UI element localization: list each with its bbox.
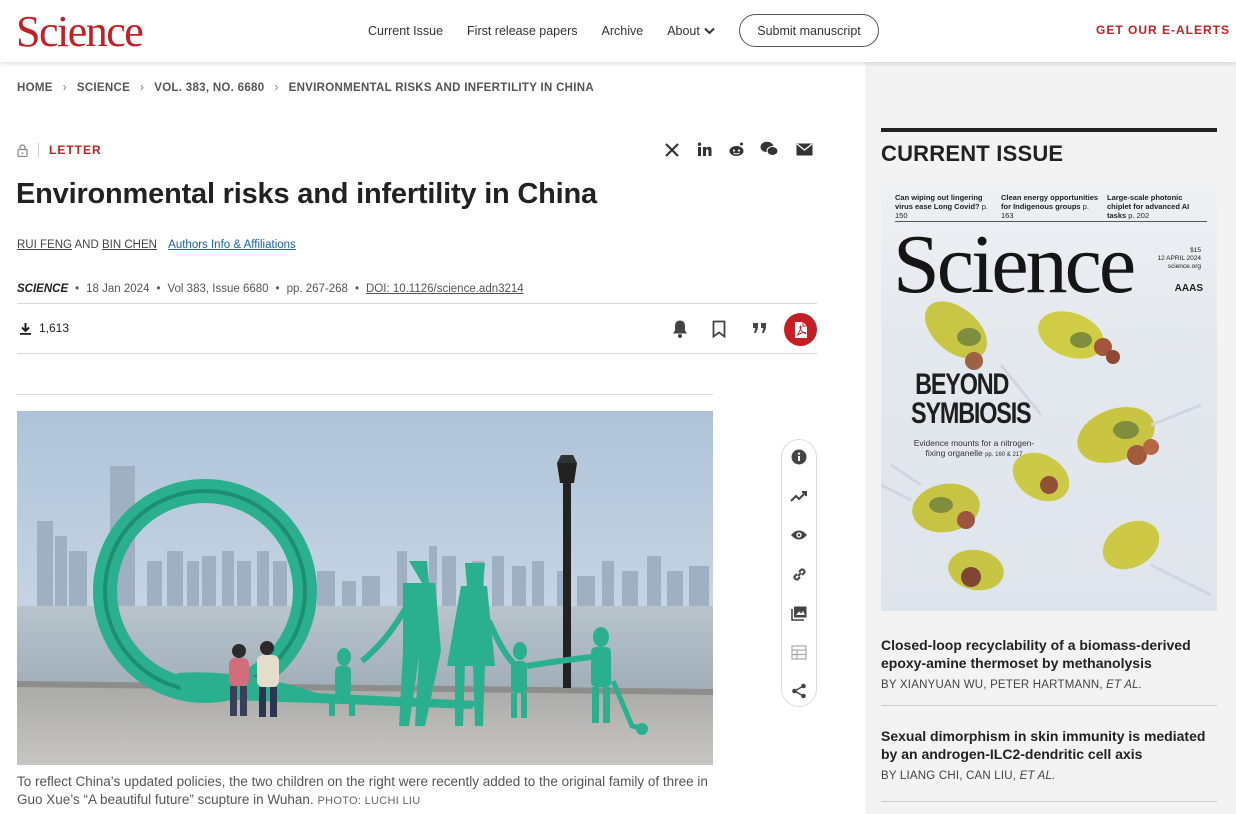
issue-article-authors: BY LIANG CHI, CAN LIU, ET AL. xyxy=(881,770,1056,782)
author-link[interactable]: BIN CHEN xyxy=(102,239,157,251)
cover-headline: BEYOND SYMBIOSIS xyxy=(911,368,1032,430)
science-logo[interactable]: Science xyxy=(16,8,144,56)
link-icon[interactable] xyxy=(790,565,808,583)
download-count: 1,613 xyxy=(19,321,69,335)
article-figure[interactable] xyxy=(17,411,713,765)
figure-caption: To reflect China’s updated policies, the… xyxy=(17,773,717,810)
current-issue-heading: CURRENT ISSUE xyxy=(881,141,1064,166)
bell-icon[interactable] xyxy=(671,319,689,339)
info-icon[interactable] xyxy=(790,448,808,466)
breadcrumb-home[interactable]: HOME xyxy=(17,82,53,94)
divider xyxy=(38,143,39,157)
cover-headline-line: BEYOND xyxy=(915,368,1009,401)
issue-article-authors: BY XIANYUAN WU, PETER HARTMANN, ET AL. xyxy=(881,679,1143,691)
download-count-value: 1,613 xyxy=(39,321,70,335)
cover-headline-line: SYMBIOSIS xyxy=(911,397,1032,430)
pub-date: 18 Jan 2024 xyxy=(86,283,150,295)
breadcrumb-science[interactable]: SCIENCE xyxy=(77,82,130,94)
issue-article: Sexual dimorphism in skin immunity is me… xyxy=(881,727,1217,782)
pdf-icon xyxy=(794,321,807,338)
reddit-icon[interactable] xyxy=(728,141,745,157)
author-list: RUI FENG AND BIN CHEN Authors Info & Aff… xyxy=(17,239,296,251)
issue-article-title[interactable]: Sexual dimorphism in skin immunity is me… xyxy=(881,727,1217,763)
journal-name: SCIENCE xyxy=(17,283,69,295)
nav-about-label: About xyxy=(667,24,700,38)
cover-subhead: Evidence mounts for a nitrogen-fixing or… xyxy=(913,438,1035,458)
bookmark-icon[interactable] xyxy=(712,320,726,338)
pdf-download-button[interactable] xyxy=(784,313,817,346)
doi-link[interactable]: DOI: 10.1126/science.adn3214 xyxy=(366,283,524,295)
download-icon xyxy=(20,322,31,335)
meta-dot: • xyxy=(156,283,161,295)
article-meta: SCIENCE • 18 Jan 2024 • Vol 383, Issue 6… xyxy=(17,283,524,295)
page-range: pp. 267-268 xyxy=(286,283,348,295)
divider xyxy=(881,705,1217,706)
x-icon[interactable] xyxy=(664,142,680,158)
share-icon[interactable] xyxy=(790,682,808,700)
site-header: Science Current Issue First release pape… xyxy=(0,0,1236,62)
linkedin-icon[interactable] xyxy=(697,142,712,157)
nav-about[interactable]: About xyxy=(667,24,715,38)
nav-archive[interactable]: Archive xyxy=(602,24,644,38)
eye-icon[interactable] xyxy=(790,526,808,544)
chevron-right-icon: › xyxy=(274,82,279,94)
e-alerts-link[interactable]: GET OUR E-ALERTS xyxy=(1096,23,1230,37)
nav-current-issue[interactable]: Current Issue xyxy=(368,24,443,38)
breadcrumb: HOME › SCIENCE › VOL. 383, NO. 6680 › EN… xyxy=(17,82,594,94)
divider xyxy=(17,394,713,395)
chevron-down-icon xyxy=(704,27,715,35)
quote-icon[interactable] xyxy=(752,322,768,334)
issue-article: Closed-loop recyclability of a biomass-d… xyxy=(881,636,1217,691)
nav-first-release[interactable]: First release papers xyxy=(467,24,577,38)
affiliations-link[interactable]: Authors Info & Affiliations xyxy=(168,239,296,251)
divider xyxy=(17,303,817,304)
author-joiner: AND xyxy=(74,239,99,251)
issue-cover[interactable]: Can wiping out lingering virus ease Long… xyxy=(881,185,1217,611)
trend-icon[interactable] xyxy=(790,487,808,505)
meta-dot: • xyxy=(354,283,359,295)
breadcrumb-volume[interactable]: VOL. 383, NO. 6680 xyxy=(154,82,264,94)
author-link[interactable]: RUI FENG xyxy=(17,239,72,251)
divider xyxy=(881,128,1217,132)
divider xyxy=(17,353,817,354)
wechat-icon[interactable] xyxy=(760,141,779,157)
table-icon[interactable] xyxy=(790,643,808,661)
photo-credit: PHOTO: LUCHI LIU xyxy=(317,795,421,807)
email-icon[interactable] xyxy=(796,143,813,156)
sculpture-photo xyxy=(17,411,713,765)
chevron-right-icon: › xyxy=(140,82,145,94)
chevron-right-icon: › xyxy=(62,82,67,94)
article-title: Environmental risks and infertility in C… xyxy=(16,178,597,210)
access-row: LETTER xyxy=(17,143,102,157)
breadcrumb-current: ENVIRONMENTAL RISKS AND INFERTILITY IN C… xyxy=(288,82,594,94)
current-issue-sidebar: CURRENT ISSUE Can wiping out lingering v… xyxy=(865,62,1236,814)
main-nav: Current Issue First release papers Archi… xyxy=(368,0,715,62)
image-icon[interactable] xyxy=(790,604,808,622)
submit-manuscript-button[interactable]: Submit manuscript xyxy=(739,14,879,47)
volume-issue: Vol 383, Issue 6680 xyxy=(167,283,269,295)
lock-icon xyxy=(17,143,28,157)
article-tools-rail xyxy=(781,439,817,707)
meta-dot: • xyxy=(275,283,280,295)
article-type: LETTER xyxy=(49,143,102,157)
issue-article-title[interactable]: Closed-loop recyclability of a biomass-d… xyxy=(881,636,1217,672)
divider xyxy=(881,801,1217,802)
meta-dot: • xyxy=(75,283,80,295)
